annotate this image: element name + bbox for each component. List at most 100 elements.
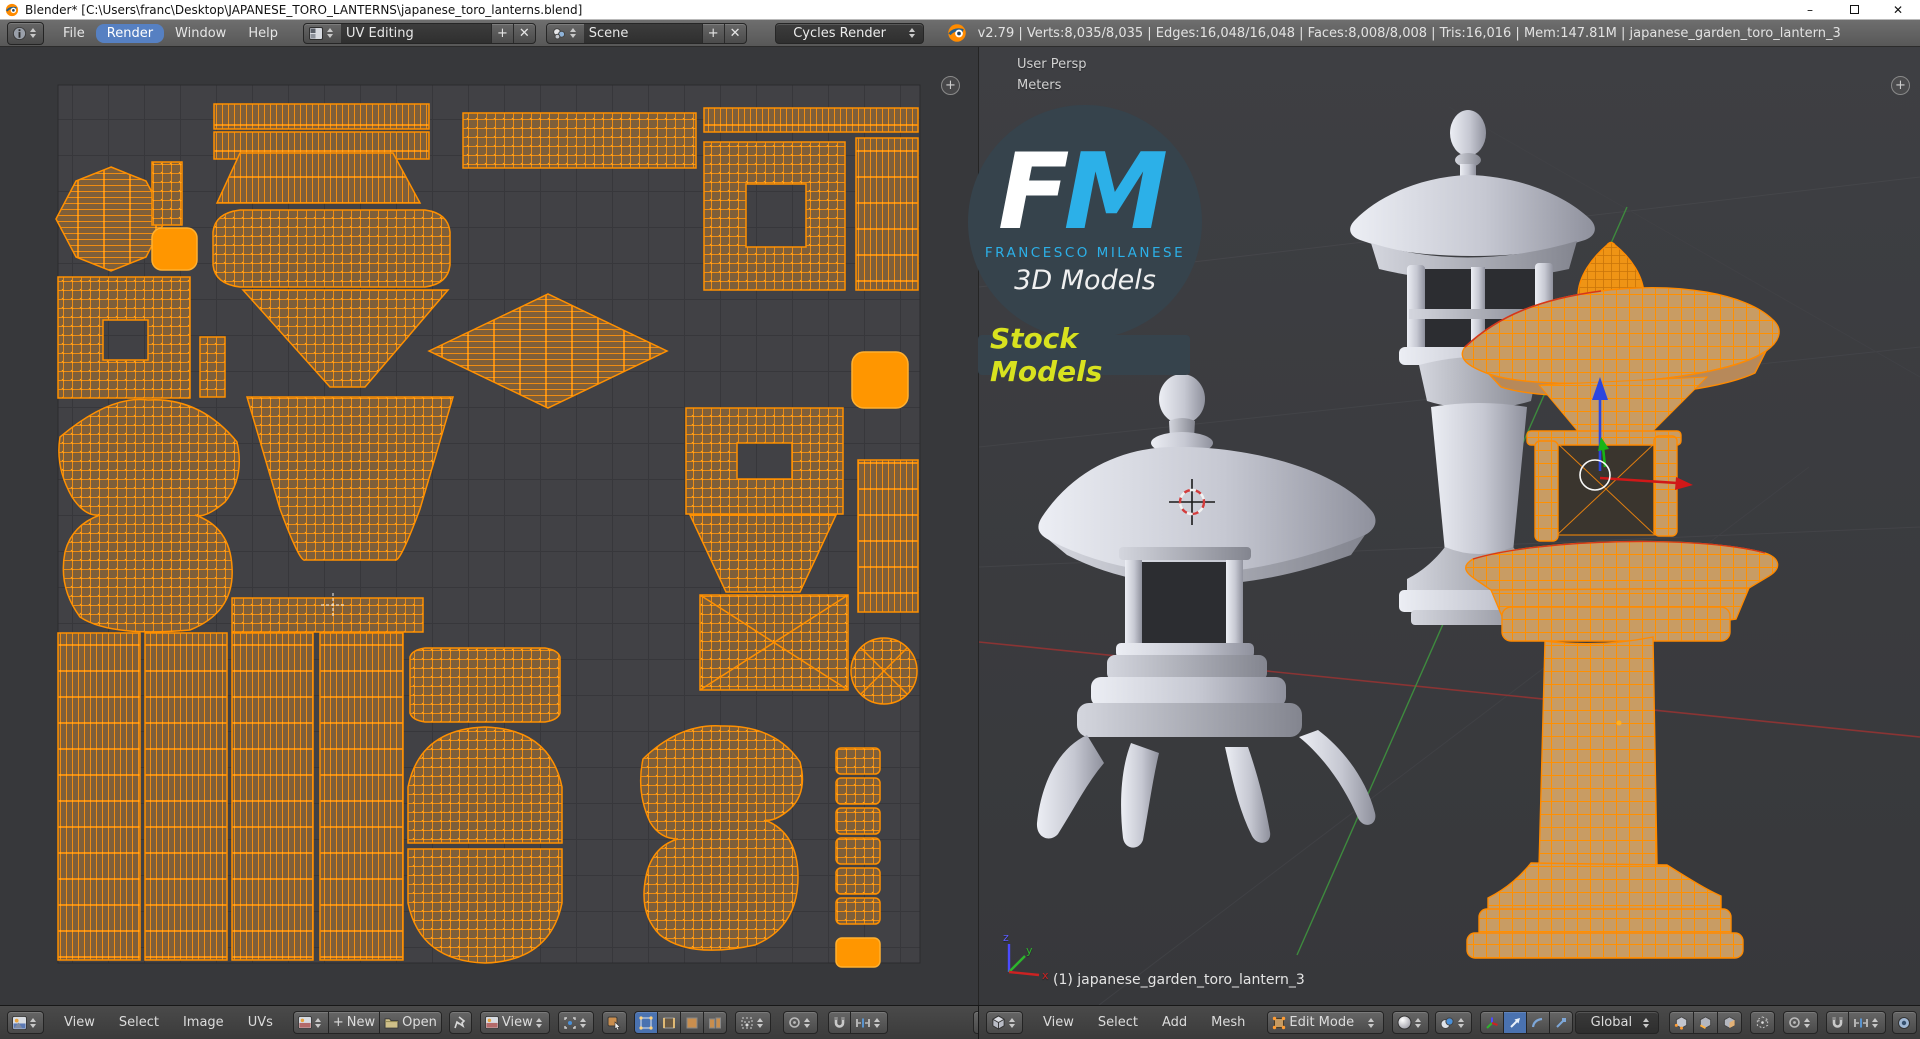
uv-island-tile[interactable] xyxy=(835,777,881,805)
v3d-menu-add[interactable]: Add xyxy=(1150,1015,1199,1030)
v3d-menu-view[interactable]: View xyxy=(1031,1015,1086,1030)
snap-element-dropdown[interactable] xyxy=(849,1011,888,1034)
uv-island[interactable] xyxy=(151,161,183,226)
uv-island-column[interactable] xyxy=(231,632,314,961)
uv-select-mode-island[interactable] xyxy=(702,1011,727,1034)
delete-scene-button[interactable]: ✕ xyxy=(723,23,746,43)
editor-type-button-3dview[interactable] xyxy=(986,1011,1023,1034)
uv-island-barrel[interactable] xyxy=(212,209,451,288)
uv-island-column[interactable] xyxy=(57,632,141,961)
uv-island-tile[interactable] xyxy=(835,747,881,775)
v3d-menu-select[interactable]: Select xyxy=(1086,1015,1150,1030)
uv-island-strip[interactable] xyxy=(213,103,430,130)
uv-island-round[interactable] xyxy=(850,637,918,705)
pivot-center-dropdown[interactable] xyxy=(1435,1011,1473,1034)
add-layout-button[interactable]: + xyxy=(490,23,513,43)
snap-toggle-3d[interactable] xyxy=(1826,1011,1849,1034)
mesh-select-mode-edge[interactable] xyxy=(1693,1011,1718,1034)
layout-name-field[interactable]: UV Editing xyxy=(340,23,491,43)
image-datablock-selector[interactable] xyxy=(292,1011,328,1034)
region-toggle-plus[interactable]: + xyxy=(1891,76,1910,95)
proportional-editing-dropdown-3d[interactable] xyxy=(1783,1011,1819,1034)
display-channels-dropdown[interactable]: View xyxy=(479,1011,550,1034)
uv-menu-uvs[interactable]: UVs xyxy=(236,1015,285,1030)
magnet-icon xyxy=(834,1016,845,1028)
lantern-model-selected-orange[interactable] xyxy=(1461,241,1780,959)
minimize-button[interactable]: – xyxy=(1788,0,1832,19)
editor-type-button-info[interactable] xyxy=(7,21,44,45)
lantern-model-gray-squat[interactable] xyxy=(1036,374,1376,848)
uv-island-column[interactable] xyxy=(857,459,919,613)
uv-island-tile[interactable] xyxy=(835,897,881,925)
island-mode-icon xyxy=(708,1017,721,1028)
uv-island-kasa-top[interactable] xyxy=(699,594,849,691)
uv-island-solid[interactable] xyxy=(151,227,198,271)
add-scene-button[interactable]: + xyxy=(701,23,724,43)
mesh-select-mode-face[interactable] xyxy=(1717,1011,1743,1034)
uv-island-tile[interactable] xyxy=(835,867,881,895)
uv-island-tile[interactable] xyxy=(835,807,881,835)
uv-image-editor[interactable]: + xyxy=(0,47,979,1005)
uv-island-solid[interactable] xyxy=(851,351,909,409)
close-button[interactable]: ✕ xyxy=(1876,0,1920,19)
uv-island-solid[interactable] xyxy=(835,937,881,968)
maximize-button[interactable] xyxy=(1832,0,1876,19)
manipulator-toggle[interactable] xyxy=(1480,1011,1504,1034)
uv-menu-select[interactable]: Select xyxy=(107,1015,171,1030)
uv-select-mode-vertex[interactable] xyxy=(633,1011,657,1034)
pin-button[interactable] xyxy=(448,1011,472,1034)
uv-canvas[interactable] xyxy=(0,47,979,1005)
limit-selection-visible-toggle[interactable] xyxy=(1750,1011,1776,1034)
viewport-shading-dropdown[interactable] xyxy=(1392,1011,1430,1034)
uv-island-strip[interactable] xyxy=(703,107,919,133)
editor-type-button-image[interactable] xyxy=(7,1011,44,1034)
menu-window[interactable]: Window xyxy=(164,24,237,43)
uv-island-strip[interactable] xyxy=(231,597,424,633)
transform-orientation-dropdown[interactable]: Global xyxy=(1575,1011,1660,1034)
scene-name-field[interactable]: Scene xyxy=(583,23,702,43)
uv-select-mode-edge[interactable] xyxy=(656,1011,680,1034)
proportional-editing-dropdown[interactable] xyxy=(782,1011,818,1034)
uv-island-hemisphere[interactable] xyxy=(407,726,563,844)
uv-menu-image[interactable]: Image xyxy=(171,1015,236,1030)
uv-menu-view[interactable]: View xyxy=(52,1015,107,1030)
image-open-button[interactable]: Open xyxy=(379,1011,442,1034)
uv-island[interactable] xyxy=(199,336,226,398)
main-area: + User Persp Meters z y x (1) japanese_g… xyxy=(0,47,1920,1005)
uv-island-column[interactable] xyxy=(319,632,404,961)
cube-editor-icon xyxy=(991,1015,1006,1030)
uv-island-column[interactable] xyxy=(144,632,228,961)
region-toggle-plus[interactable]: + xyxy=(941,76,960,95)
manipulator-translate-button[interactable] xyxy=(1503,1011,1527,1034)
edge-cube-icon xyxy=(1700,1016,1712,1029)
mode-dropdown[interactable]: Edit Mode xyxy=(1267,1011,1385,1034)
menu-render[interactable]: Render xyxy=(95,23,165,43)
opengl-render-button[interactable] xyxy=(1892,1011,1918,1034)
mesh-select-mode-vertex[interactable] xyxy=(1669,1011,1694,1034)
render-engine-dropdown[interactable]: Cycles Render xyxy=(774,22,924,44)
scene-icon-button[interactable] xyxy=(547,24,584,43)
layout-icon-button[interactable] xyxy=(304,24,341,43)
snap-element-dropdown-3d[interactable] xyxy=(1848,1011,1887,1034)
snap-toggle[interactable] xyxy=(827,1011,850,1034)
scene-icon xyxy=(552,27,565,40)
uv-island-tile[interactable] xyxy=(835,837,881,865)
stepper xyxy=(326,28,336,38)
uv-island-hemisphere[interactable] xyxy=(407,848,563,964)
sticky-selection-dropdown[interactable] xyxy=(734,1011,771,1034)
manipulator-scale-button[interactable] xyxy=(1549,1011,1574,1034)
menu-file[interactable]: File xyxy=(52,24,96,43)
v3d-menu-mesh[interactable]: Mesh xyxy=(1199,1015,1257,1030)
manipulator-rotate-button[interactable] xyxy=(1526,1011,1550,1034)
uv-select-mode-face[interactable] xyxy=(679,1011,703,1034)
delete-layout-button[interactable]: ✕ xyxy=(512,23,535,43)
uv-island-roof-fan[interactable] xyxy=(215,152,422,204)
pivot-point-dropdown[interactable] xyxy=(557,1011,594,1034)
image-new-button[interactable]: + New xyxy=(327,1011,380,1034)
render-camera-icon xyxy=(1898,1016,1911,1029)
uv-island-barrel[interactable] xyxy=(409,647,561,723)
uv-sync-selection-toggle[interactable] xyxy=(601,1011,627,1034)
menu-help[interactable]: Help xyxy=(237,24,289,43)
uv-island-column[interactable] xyxy=(855,137,919,291)
uv-island-grid[interactable] xyxy=(462,112,697,169)
